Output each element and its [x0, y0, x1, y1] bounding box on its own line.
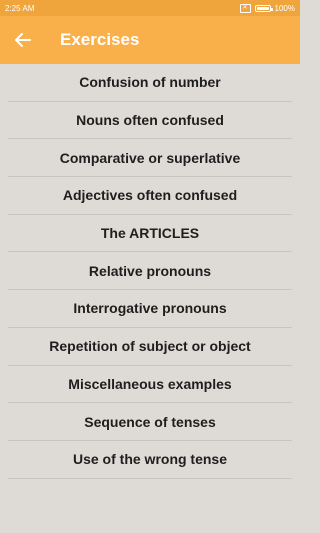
- exercise-item[interactable]: Miscellaneous examples: [8, 366, 292, 404]
- battery-percent: 100%: [274, 3, 295, 13]
- exercise-item[interactable]: Confusion of number: [8, 64, 292, 102]
- status-icons: ✕ 100%: [239, 3, 295, 13]
- exercise-list: Confusion of number Nouns often confused…: [0, 64, 300, 479]
- exercise-item[interactable]: Adjectives often confused: [8, 177, 292, 215]
- status-bar: 2:25 AM ✕ 100%: [0, 0, 300, 16]
- page-title: Exercises: [60, 30, 140, 49]
- app-bar: Exercises: [0, 16, 300, 64]
- status-time: 2:25 AM: [5, 3, 35, 13]
- exercise-item[interactable]: Sequence of tenses: [8, 403, 292, 441]
- sim-x-icon: ✕: [239, 3, 251, 13]
- exercise-item[interactable]: Relative pronouns: [8, 252, 292, 291]
- exercise-item[interactable]: Nouns often confused: [8, 102, 292, 140]
- exercise-item[interactable]: Repetition of subject or object: [8, 328, 292, 366]
- battery-icon: [254, 4, 273, 12]
- exercise-item[interactable]: The ARTICLES: [8, 215, 292, 253]
- arrow-left-icon[interactable]: [0, 33, 46, 47]
- exercise-item[interactable]: Interrogative pronouns: [8, 290, 292, 328]
- exercise-item[interactable]: Use of the wrong tense: [8, 441, 292, 479]
- exercise-item[interactable]: Comparative or superlative: [8, 139, 292, 178]
